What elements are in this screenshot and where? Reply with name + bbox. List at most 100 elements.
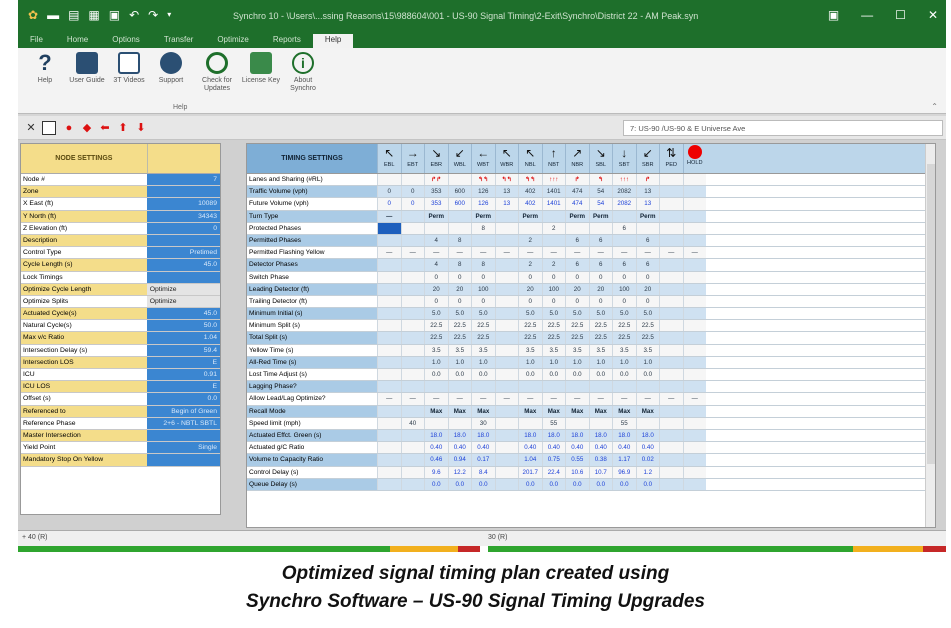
- timing-cell[interactable]: —: [565, 393, 589, 405]
- timing-cell[interactable]: [400, 308, 424, 320]
- movement-header-hold[interactable]: HOLD: [682, 144, 707, 173]
- node-setting-value[interactable]: 59.4: [146, 344, 220, 356]
- node-setting-value[interactable]: [146, 186, 220, 198]
- timing-cell[interactable]: [494, 466, 518, 478]
- timing-cell[interactable]: [377, 454, 401, 466]
- timing-cell[interactable]: 0.40: [471, 442, 495, 454]
- timing-cell[interactable]: [424, 381, 448, 393]
- timing-cell[interactable]: [494, 295, 518, 308]
- timing-cell[interactable]: [377, 405, 401, 417]
- ribbon-tab-help[interactable]: Help: [312, 34, 354, 48]
- timing-cell[interactable]: [400, 478, 424, 490]
- timing-cell[interactable]: 0.0: [635, 478, 659, 490]
- timing-cell[interactable]: [377, 369, 401, 381]
- timing-cell[interactable]: [682, 429, 706, 442]
- timing-cell[interactable]: [400, 466, 424, 478]
- timing-cell[interactable]: [682, 174, 706, 186]
- timing-cell[interactable]: 4: [424, 234, 448, 247]
- timing-cell[interactable]: 22.5: [424, 332, 448, 344]
- timing-cell[interactable]: [494, 308, 518, 320]
- timing-cell[interactable]: 0.0: [612, 369, 636, 381]
- movement-header-nbl[interactable]: ↖ NBL: [518, 144, 542, 173]
- timing-cell[interactable]: 8: [447, 234, 471, 247]
- timing-cell[interactable]: 0.40: [447, 442, 471, 454]
- timing-cell[interactable]: [518, 381, 542, 393]
- timing-cell[interactable]: 22.5: [565, 332, 589, 344]
- timing-cell[interactable]: ↱↱: [424, 174, 448, 186]
- timing-cell[interactable]: 0: [447, 295, 471, 308]
- timing-cell[interactable]: [494, 442, 518, 454]
- timing-cell[interactable]: 18.0: [518, 429, 542, 442]
- timing-cell[interactable]: 22.5: [612, 320, 636, 332]
- timing-cell[interactable]: 18.0: [565, 429, 589, 442]
- timing-cell[interactable]: [682, 198, 706, 210]
- timing-cell[interactable]: [400, 295, 424, 308]
- node-dot-icon[interactable]: ●: [62, 121, 76, 135]
- timing-cell[interactable]: Max: [471, 405, 495, 417]
- node-setting-value[interactable]: 7: [146, 174, 220, 186]
- timing-cell[interactable]: [682, 234, 706, 247]
- timing-cell[interactable]: 8: [447, 259, 471, 271]
- timing-cell[interactable]: 18.0: [424, 429, 448, 442]
- movement-header-sbt[interactable]: ↓ SBT: [612, 144, 636, 173]
- timing-cell[interactable]: 100: [612, 283, 636, 295]
- timing-cell[interactable]: 0: [612, 271, 636, 283]
- timing-cell[interactable]: [682, 332, 706, 344]
- node-setting-value[interactable]: Optimize: [146, 283, 220, 295]
- timing-cell[interactable]: 2082: [612, 198, 636, 210]
- timing-cell[interactable]: [471, 381, 495, 393]
- timing-cell[interactable]: [494, 332, 518, 344]
- timing-cell[interactable]: [659, 417, 683, 429]
- timing-cell[interactable]: [377, 174, 401, 186]
- timing-cell[interactable]: 0.0: [541, 478, 565, 490]
- timing-cell[interactable]: [377, 320, 401, 332]
- timing-cell[interactable]: [659, 320, 683, 332]
- timing-cell[interactable]: [682, 442, 706, 454]
- timing-cell[interactable]: —: [588, 247, 612, 259]
- timing-cell[interactable]: [565, 381, 589, 393]
- timing-cell[interactable]: 2082: [612, 186, 636, 198]
- grid-view-icon[interactable]: [42, 121, 56, 135]
- timing-cell[interactable]: 1.0: [447, 356, 471, 368]
- timing-cell[interactable]: [635, 417, 659, 429]
- timing-cell[interactable]: [400, 210, 424, 222]
- node-setting-value[interactable]: Begin of Green: [146, 405, 220, 417]
- arrow-up-icon[interactable]: ⬆: [116, 121, 130, 135]
- node-setting-value[interactable]: Optimize: [146, 295, 220, 308]
- timing-cell[interactable]: 0.75: [541, 454, 565, 466]
- timing-cell[interactable]: 18.0: [447, 429, 471, 442]
- timing-cell[interactable]: [400, 283, 424, 295]
- timing-cell[interactable]: [447, 174, 471, 186]
- timing-cell[interactable]: [377, 356, 401, 368]
- ribbon-tab-reports[interactable]: Reports: [261, 34, 313, 48]
- timing-cell[interactable]: [400, 174, 424, 186]
- node-setting-value[interactable]: 0.91: [146, 369, 220, 381]
- timing-cell[interactable]: [682, 454, 706, 466]
- timing-cell[interactable]: [682, 295, 706, 308]
- node-setting-value[interactable]: E: [146, 356, 220, 368]
- timing-cell[interactable]: [659, 234, 683, 247]
- timing-cell[interactable]: 402: [518, 186, 542, 198]
- timing-cell[interactable]: [400, 271, 424, 283]
- timing-cell[interactable]: 0: [447, 271, 471, 283]
- timing-cell[interactable]: 22.5: [447, 320, 471, 332]
- timing-cell[interactable]: [494, 429, 518, 442]
- timing-cell[interactable]: 22.5: [612, 332, 636, 344]
- timing-cell[interactable]: 22.5: [471, 332, 495, 344]
- node-setting-value[interactable]: 2+6 - NBTL SBTL: [146, 417, 220, 429]
- timing-cell[interactable]: [377, 478, 401, 490]
- timing-cell[interactable]: [682, 478, 706, 490]
- timing-cell[interactable]: [494, 356, 518, 368]
- node-selector[interactable]: 7: US-90 /US-90 & E Universe Ave: [623, 120, 943, 136]
- timing-cell[interactable]: [682, 271, 706, 283]
- timing-cell[interactable]: —: [635, 247, 659, 259]
- timing-cell[interactable]: 22.5: [635, 332, 659, 344]
- user-guide-button[interactable]: User Guide: [66, 52, 108, 85]
- timing-cell[interactable]: 100: [471, 283, 495, 295]
- link-icon[interactable]: ◆: [80, 121, 94, 135]
- timing-cell[interactable]: 0.02: [635, 454, 659, 466]
- help-button[interactable]: ? Help: [24, 52, 66, 85]
- timing-cell[interactable]: 20: [518, 283, 542, 295]
- timing-cell[interactable]: 13: [494, 198, 518, 210]
- timing-cell[interactable]: [400, 369, 424, 381]
